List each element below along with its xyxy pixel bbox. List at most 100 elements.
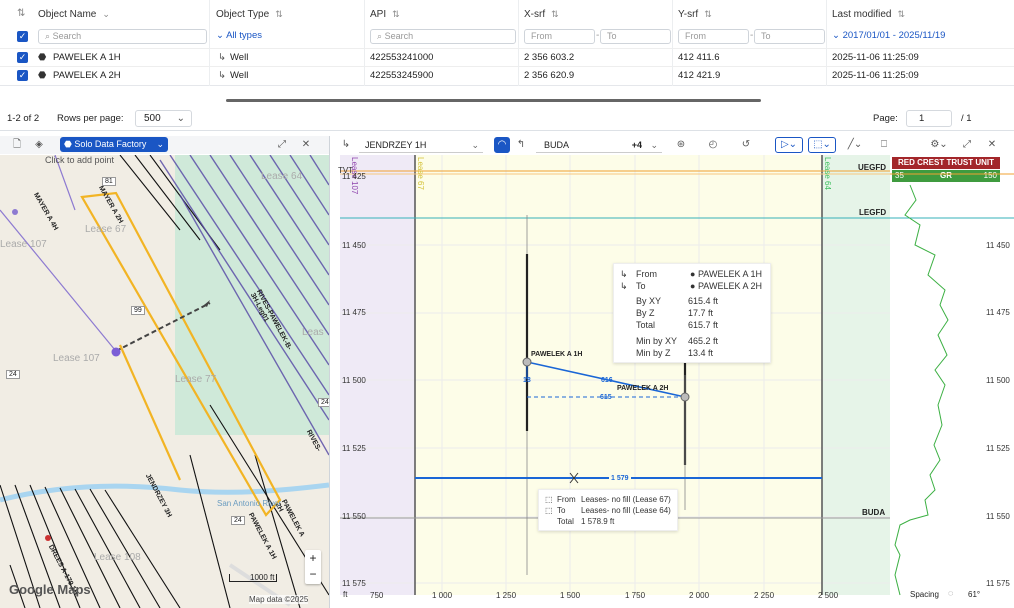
person-icon: ● xyxy=(690,281,696,291)
chevron-down-icon: ⌄ xyxy=(156,139,164,149)
map-lease-label: Lease 67 xyxy=(85,224,127,235)
distance-info-popup: ↳ From ● PAWELEK A 1H ↳ To ● PAWELEK A 2H By… xyxy=(613,263,771,363)
table-row[interactable]: ✓ ⬣ PAWELEK A 2H ↳ Well 422553245900 2 3… xyxy=(0,66,1014,84)
depth-tick: 11 450 xyxy=(342,241,366,250)
api-search-input[interactable]: ⌕ Search xyxy=(370,29,516,44)
y-from-input[interactable]: From xyxy=(678,29,749,44)
close-icon[interactable]: ✕ xyxy=(986,138,998,152)
row-checkbox[interactable]: ✓ xyxy=(17,52,28,63)
sort-all-icon[interactable]: ⇅ xyxy=(17,8,25,19)
col-divider[interactable] xyxy=(518,0,519,86)
col-object-name[interactable]: Object Name ⌄ xyxy=(38,0,110,28)
lease-label: Lease 64 xyxy=(823,157,832,190)
divider xyxy=(0,130,1014,131)
y-value: 412 421.9 xyxy=(678,70,721,81)
col-x-srf[interactable]: X-srf ⇅ xyxy=(524,0,559,28)
road-shield: 24 xyxy=(6,370,20,379)
well-group-icon: ⬣ xyxy=(38,52,47,63)
type-filter-select[interactable]: ⌄ All types xyxy=(216,30,262,41)
select-all-checkbox[interactable]: ✓ xyxy=(17,31,28,42)
x-tick: 2 500 xyxy=(818,591,839,600)
history-icon[interactable]: ↺ xyxy=(738,138,754,152)
well-icon: ↳ xyxy=(341,139,351,150)
object-table: ⇅ Object Name ⌄ Object Type ⇅ API ⇅ X-srf ⇅ … xyxy=(0,0,1014,86)
well-select[interactable]: JENDRZEY 1H ⌄ xyxy=(359,137,483,153)
chevron-down-icon: ⌄ xyxy=(216,30,224,41)
rows-per-page-select[interactable]: 500 ⌄ xyxy=(135,110,192,127)
sort-icon: ⇅ xyxy=(897,9,906,19)
col-y-srf[interactable]: Y-srf ⇅ xyxy=(678,0,712,28)
col-api[interactable]: API ⇅ xyxy=(370,0,400,28)
x-tick: 1 000 xyxy=(432,591,453,600)
map-lease-label: Leas xyxy=(302,327,324,338)
col-divider[interactable] xyxy=(364,0,365,86)
measure-label: 18 xyxy=(523,377,531,384)
map-lease-label: Lease 77 xyxy=(175,374,217,385)
clock-icon[interactable]: ◴ xyxy=(705,138,721,152)
depth-tick: 11 550 xyxy=(986,512,1010,521)
rows-per-page-label: Rows per page: xyxy=(57,113,124,124)
page-label: Page: xyxy=(873,113,898,124)
col-divider[interactable] xyxy=(209,0,210,86)
depth-tick: 11 525 xyxy=(342,444,366,453)
y-value: 412 411.6 xyxy=(678,52,720,63)
data-source-select[interactable]: ⬣ Solo Data Factory ⌄ xyxy=(60,137,168,152)
page-total: / 1 xyxy=(961,113,972,124)
search-icon: ⌕ xyxy=(45,31,51,41)
spacing-icon[interactable]: ◌ xyxy=(948,588,953,598)
name-search-input[interactable]: ⌕ Search xyxy=(38,29,207,44)
play-button[interactable]: ▷⌄ xyxy=(775,137,803,153)
measure-label: 615 xyxy=(600,394,612,401)
line-tool-icon[interactable]: ╱⌄ xyxy=(844,138,866,152)
wifi-icon[interactable]: ◠ xyxy=(494,137,510,153)
settings-icon[interactable]: ⚙⌄ xyxy=(929,138,949,152)
horizon-label: LEGFD xyxy=(859,208,887,217)
well-group-icon: ⬣ xyxy=(38,70,47,81)
modified-value: 2025-11-06 11:25:09 xyxy=(832,52,919,63)
horizontal-scrollbar[interactable] xyxy=(226,99,761,102)
well-icon: ↳ xyxy=(218,52,226,63)
surface-select[interactable]: BUDA +4 ⌄ xyxy=(536,137,662,153)
x-tick: 1 750 xyxy=(625,591,646,600)
depth-tick: 11 550 xyxy=(342,512,366,521)
zoom-out-button[interactable]: − xyxy=(305,566,321,582)
document-icon[interactable]: 🗋 xyxy=(11,138,23,152)
expand-icon[interactable]: ⤢ xyxy=(276,138,288,152)
page-input[interactable]: 1 xyxy=(906,110,952,127)
table-row[interactable]: ✓ ⬣ PAWELEK A 1H ↳ Well 422553241000 2 3… xyxy=(0,48,1014,66)
depth-tick: 11 475 xyxy=(342,308,366,317)
map-lease-label: Lease 107 xyxy=(0,239,47,250)
trajectory-icon[interactable]: ↰ xyxy=(515,138,527,152)
layers-icon[interactable]: ◈ xyxy=(33,138,45,152)
chevron-down-icon: ⌄ xyxy=(471,140,479,150)
scale-label: 1000 ft xyxy=(250,573,275,582)
close-icon[interactable]: ✕ xyxy=(300,138,312,152)
depth-tick: 11 425 xyxy=(342,172,366,181)
x-tick: 2 250 xyxy=(754,591,775,600)
x-to-input[interactable]: To xyxy=(600,29,671,44)
x-from-input[interactable]: From xyxy=(524,29,595,44)
date-range-filter[interactable]: ⌄ 2017/01/01 - 2025/11/19 xyxy=(832,30,945,41)
map-view[interactable]: Click to add point Lease 64 Lease 107 Le… xyxy=(0,155,329,608)
cross-section-view[interactable]: TVT Lease 107 Lease 67 Lease 64 UEGFD LE… xyxy=(330,155,890,608)
road-shield: 81 xyxy=(102,177,116,186)
log-track[interactable]: RED CREST TRUST UNIT 35 GR 150 11 450 11… xyxy=(890,155,1014,608)
object-type: Well xyxy=(230,52,249,63)
bookmark-icon[interactable]: ⎕ xyxy=(878,138,890,152)
polygon-select-icon[interactable]: ⬚⌄ xyxy=(808,137,836,153)
target-icon[interactable]: ⊛ xyxy=(673,138,689,152)
col-divider[interactable] xyxy=(672,0,673,86)
polygon-icon: ⬚ xyxy=(545,506,553,515)
chevron-down-icon: ⌄ xyxy=(102,9,110,19)
col-last-modified[interactable]: Last modified ⇅ xyxy=(832,0,905,28)
zoom-in-button[interactable]: + xyxy=(305,550,321,566)
col-object-type[interactable]: Object Type ⇅ xyxy=(216,0,283,28)
expand-icon[interactable]: ⤢ xyxy=(961,138,973,152)
col-divider[interactable] xyxy=(826,0,827,86)
river-label: San Antonio River xyxy=(217,499,282,508)
depth-tick: 11 500 xyxy=(342,376,366,385)
depth-tick: 11 525 xyxy=(986,444,1010,453)
row-checkbox[interactable]: ✓ xyxy=(17,70,28,81)
x-tick: 1 500 xyxy=(560,591,581,600)
y-to-input[interactable]: To xyxy=(754,29,825,44)
